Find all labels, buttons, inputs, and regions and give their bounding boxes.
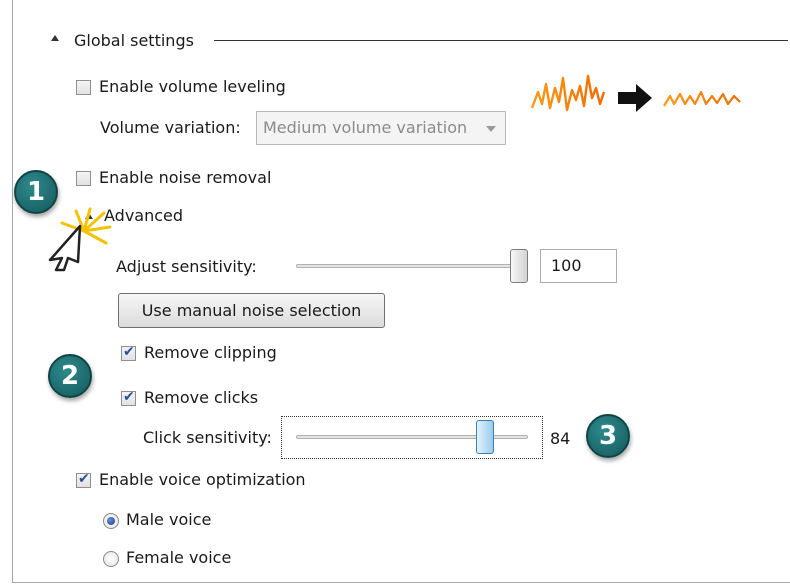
volume-variation-select[interactable]: Medium volume variation (256, 111, 506, 145)
callout-badge-1: 1 (14, 170, 58, 214)
adjust-sensitivity-label: Adjust sensitivity: (116, 257, 257, 276)
leveled-waveform-icon (663, 90, 741, 107)
noise-removal-label[interactable]: Enable noise removal (99, 168, 271, 187)
loud-waveform-icon (530, 74, 606, 112)
volume-leveling-checkbox[interactable] (76, 80, 91, 95)
female-voice-radio[interactable] (103, 551, 119, 567)
adjust-sensitivity-value-field[interactable]: 100 (540, 249, 617, 283)
volume-leveling-label[interactable]: Enable volume leveling (99, 77, 286, 96)
advanced-label[interactable]: Advanced (104, 206, 183, 225)
section-divider (214, 40, 788, 41)
adjust-sensitivity-value: 100 (551, 256, 582, 275)
female-voice-label[interactable]: Female voice (126, 548, 231, 567)
click-sensitivity-slider-thumb[interactable] (476, 420, 494, 454)
manual-noise-selection-button[interactable]: Use manual noise selection (118, 293, 385, 328)
adjust-sensitivity-slider-thumb[interactable] (510, 249, 528, 283)
callout-badge-2: 2 (48, 354, 92, 398)
adjust-sensitivity-slider-track[interactable] (296, 264, 528, 268)
noise-removal-checkbox[interactable] (76, 171, 91, 186)
click-sensitivity-value[interactable]: 84 (550, 429, 570, 448)
volume-variation-value: Medium volume variation (263, 118, 468, 137)
volume-variation-label: Volume variation: (100, 118, 241, 137)
male-voice-label[interactable]: Male voice (126, 510, 211, 529)
collapse-triangle-icon[interactable] (51, 35, 59, 41)
click-sensitivity-label: Click sensitivity: (143, 428, 272, 447)
arrow-right-icon (618, 84, 652, 112)
callout-badge-3: 3 (586, 414, 630, 458)
remove-clipping-checkbox[interactable] (121, 344, 136, 361)
remove-clicks-checkbox[interactable] (121, 389, 136, 406)
chevron-down-icon (486, 126, 496, 132)
remove-clicks-label[interactable]: Remove clicks (144, 388, 258, 407)
remove-clipping-label[interactable]: Remove clipping (144, 343, 277, 362)
volume-leveling-illustration (530, 74, 741, 112)
mouse-cursor-icon (48, 224, 82, 272)
voice-optimization-checkbox[interactable] (76, 471, 91, 488)
voice-optimization-label[interactable]: Enable voice optimization (99, 470, 306, 489)
section-title-global-settings: Global settings (74, 31, 194, 50)
male-voice-radio[interactable] (103, 513, 119, 529)
